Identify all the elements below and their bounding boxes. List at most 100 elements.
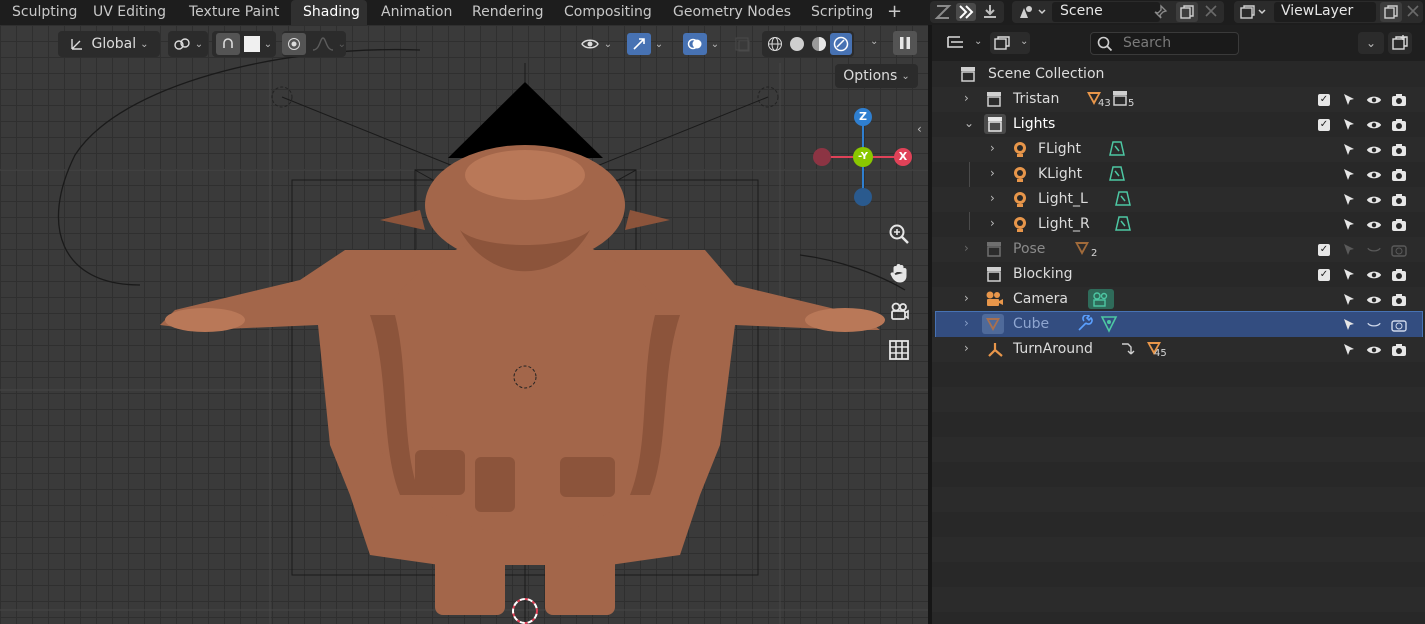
outliner-row-blocking[interactable]: Blocking ✓ [932, 262, 1425, 287]
options-button[interactable]: Options ⌄ [835, 64, 918, 88]
chevron-right-icon[interactable]: › [964, 316, 969, 330]
visibility-dropdown[interactable]: ⌄ [576, 31, 616, 57]
new-view-layer-icon[interactable] [1380, 2, 1402, 22]
chevron-right-icon[interactable]: › [990, 141, 995, 155]
exclude-checkbox[interactable]: ✓ [1316, 242, 1332, 258]
select-arrow-icon[interactable] [1341, 92, 1357, 108]
grid-icon[interactable] [886, 337, 912, 363]
tab-scripting[interactable]: Scripting [799, 0, 885, 25]
tab-compositing[interactable]: Compositing [552, 0, 664, 25]
gizmo-x-axis[interactable]: X [894, 148, 912, 166]
chevron-right-icon[interactable]: › [964, 341, 969, 355]
eye-icon[interactable] [1366, 342, 1382, 358]
wireframe-shading-icon[interactable] [764, 36, 786, 52]
zeta-icon[interactable] [934, 3, 952, 21]
render-camera-icon[interactable] [1391, 167, 1407, 183]
display-mode-dropdown[interactable]: ⌄ [990, 32, 1030, 54]
eye-icon[interactable] [1366, 117, 1382, 133]
rendered-shading-icon[interactable] [830, 33, 852, 55]
editor-type-dropdown[interactable]: ⌄ [944, 32, 984, 54]
filter-dropdown[interactable]: ⌄ [1358, 32, 1384, 54]
tab-geometry-nodes[interactable]: Geometry Nodes [661, 0, 803, 25]
render-camera-icon[interactable] [1391, 267, 1407, 283]
download-icon[interactable] [980, 3, 1000, 21]
orientation-dropdown[interactable]: Global ⌄ [58, 31, 160, 57]
forward-icon[interactable] [956, 3, 976, 21]
pivot-dropdown[interactable]: ⌄ [168, 31, 208, 57]
eye-icon[interactable] [1366, 267, 1382, 283]
close-icon[interactable] [1204, 4, 1218, 18]
select-arrow-icon[interactable] [1341, 217, 1357, 233]
tab-sculpting[interactable]: Sculpting [0, 0, 89, 25]
add-workspace-button[interactable]: + [887, 0, 902, 25]
render-camera-icon[interactable] [1391, 317, 1407, 333]
outliner-row-klight[interactable]: › KLight [932, 162, 1425, 187]
render-camera-icon[interactable] [1391, 142, 1407, 158]
render-camera-icon[interactable] [1391, 92, 1407, 108]
chevron-right-icon[interactable]: › [964, 291, 969, 305]
viewlayer-selector[interactable]: ViewLayer [1234, 1, 1423, 23]
select-arrow-icon[interactable] [1341, 117, 1357, 133]
eye-icon[interactable] [1366, 192, 1382, 208]
render-camera-icon[interactable] [1391, 117, 1407, 133]
eye-icon[interactable] [1366, 142, 1382, 158]
snap-toggle-icon[interactable] [215, 33, 240, 55]
remove-view-layer-icon[interactable] [1406, 4, 1420, 18]
camera-view-icon[interactable] [886, 298, 912, 324]
exclude-checkbox[interactable]: ✓ [1316, 267, 1332, 283]
solid-shading-icon[interactable] [786, 36, 808, 52]
select-arrow-icon[interactable] [1341, 142, 1357, 158]
navigation-gizmo[interactable]: Z X -Y [810, 105, 918, 210]
overlays-toggle[interactable]: ⌄ [676, 31, 726, 57]
select-arrow-icon[interactable] [1341, 342, 1357, 358]
chevron-right-icon[interactable]: › [990, 191, 995, 205]
eye-icon[interactable] [1366, 217, 1382, 233]
chevron-down-icon[interactable]: ⌄ [870, 36, 878, 47]
select-arrow-icon[interactable] [1341, 317, 1357, 333]
proportional-edit-icon[interactable] [282, 33, 306, 55]
chevron-right-icon[interactable]: › [964, 241, 969, 255]
tab-animation[interactable]: Animation [369, 0, 464, 25]
outliner-row-tristan[interactable]: › Tristan 43 5 ✓ [932, 87, 1425, 112]
search-input[interactable]: Search [1090, 32, 1239, 55]
exclude-checkbox[interactable]: ✓ [1316, 117, 1332, 133]
outliner-row-camera[interactable]: › Camera [932, 287, 1425, 312]
outliner-row-turnaround[interactable]: › TurnAround 45 [932, 337, 1425, 362]
tab-rendering[interactable]: Rendering [460, 0, 556, 25]
outliner-row-lights[interactable]: ⌄ Lights ✓ [932, 112, 1425, 137]
outliner-row-cube[interactable]: › Cube [935, 311, 1423, 338]
tab-uv-editing[interactable]: UV Editing [81, 0, 178, 25]
render-camera-icon[interactable] [1391, 292, 1407, 308]
eye-closed-icon[interactable] [1366, 317, 1382, 333]
outliner-row-pose[interactable]: › Pose 2 ✓ [932, 237, 1425, 262]
gizmo-toggle[interactable]: ⌄ [620, 31, 670, 57]
select-arrow-icon[interactable] [1341, 192, 1357, 208]
hand-pan-icon[interactable] [886, 260, 912, 286]
render-camera-icon[interactable] [1391, 217, 1407, 233]
tab-shading[interactable]: Shading [291, 0, 367, 25]
scene-selector[interactable]: Scene [1012, 1, 1224, 23]
select-arrow-icon[interactable] [1341, 242, 1357, 258]
new-collection-icon[interactable] [1388, 32, 1412, 54]
tab-texture-paint[interactable]: Texture Paint [177, 0, 291, 25]
chevron-right-icon[interactable]: › [990, 216, 995, 230]
outliner-row-flight[interactable]: › FLight [932, 137, 1425, 162]
exclude-checkbox[interactable]: ✓ [1316, 92, 1332, 108]
chevron-down-icon[interactable]: ⌄ [964, 116, 974, 130]
outliner-row-light-r[interactable]: › Light_R [932, 212, 1425, 237]
material-shading-icon[interactable] [808, 36, 830, 52]
select-arrow-icon[interactable] [1341, 292, 1357, 308]
eye-closed-icon[interactable] [1366, 242, 1382, 258]
select-arrow-icon[interactable] [1341, 267, 1357, 283]
new-scene-icon[interactable] [1176, 2, 1198, 22]
gizmo-z-axis[interactable]: Z [854, 108, 872, 126]
gizmo-y-axis[interactable]: -Y [853, 147, 873, 167]
eye-icon[interactable] [1366, 92, 1382, 108]
snap-target-icon[interactable] [243, 36, 260, 52]
pause-icon[interactable] [893, 31, 917, 55]
outliner-row-light-l[interactable]: › Light_L [932, 187, 1425, 212]
xray-icon[interactable] [734, 36, 752, 52]
3d-viewport[interactable]: Global ⌄ ⌄ ⌄ ⌄ ⌄ ⌄ ⌄ ⌄ Options ⌄ ‹ Z X -… [0, 25, 928, 624]
render-camera-icon[interactable] [1391, 342, 1407, 358]
render-camera-icon[interactable] [1391, 242, 1407, 258]
